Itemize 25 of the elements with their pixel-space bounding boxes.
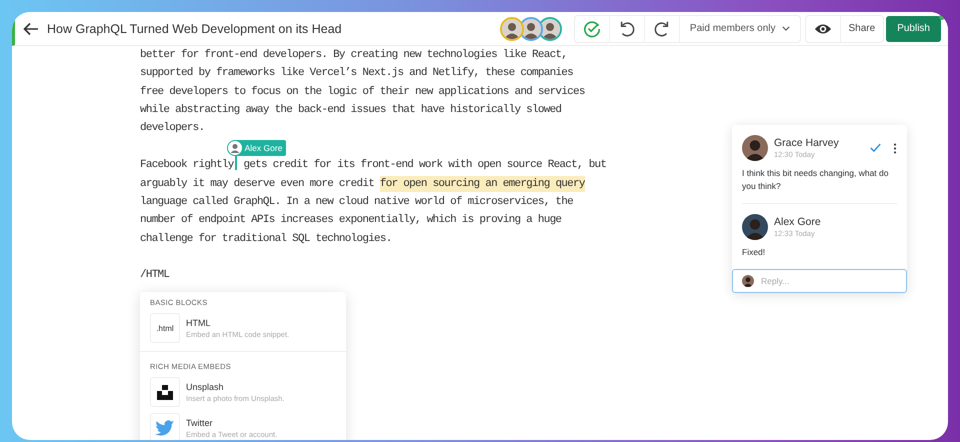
collaborator-avatar[interactable] <box>500 16 524 40</box>
back-arrow-icon[interactable] <box>23 22 39 36</box>
collaborator-cursor-label: Alex Gore <box>226 140 286 156</box>
post-title: How GraphQL Turned Web Development on its Head <box>47 22 342 36</box>
avatar <box>228 141 242 156</box>
resolve-check-icon[interactable] <box>870 143 881 153</box>
avatar <box>742 214 768 240</box>
menu-item-title: HTML <box>186 318 212 328</box>
menu-item-title: Unsplash <box>186 382 225 392</box>
caret-icon <box>782 26 790 31</box>
menu-item-title: Twitter <box>186 418 214 428</box>
redo-icon[interactable] <box>652 20 671 38</box>
comment-text: I think this bit needs changing, what do you think? <box>742 167 890 193</box>
avatar <box>742 135 768 161</box>
comment-author: Grace Harvey <box>774 137 840 149</box>
paragraph: better for front-end developers. By creating new technologies like React, supported by frameworks like Vercel’s Next.js and Netlify, these companies free developers to focus on the logic of their new applications and services while abstracting away the back-end issues that have historically slowed developers. <box>140 48 585 136</box>
publish-button[interactable]: Publish <box>886 16 941 42</box>
code-icon: .html <box>150 313 180 343</box>
comment-author: Alex Gore <box>774 216 822 228</box>
more-options-icon[interactable] <box>893 142 897 154</box>
comment-text: Fixed! <box>742 246 766 259</box>
paragraph: /HTML <box>140 268 170 283</box>
reply-field[interactable]: Reply... <box>732 269 907 293</box>
unsplash-logo-icon <box>157 384 173 400</box>
bird-icon <box>155 420 175 436</box>
